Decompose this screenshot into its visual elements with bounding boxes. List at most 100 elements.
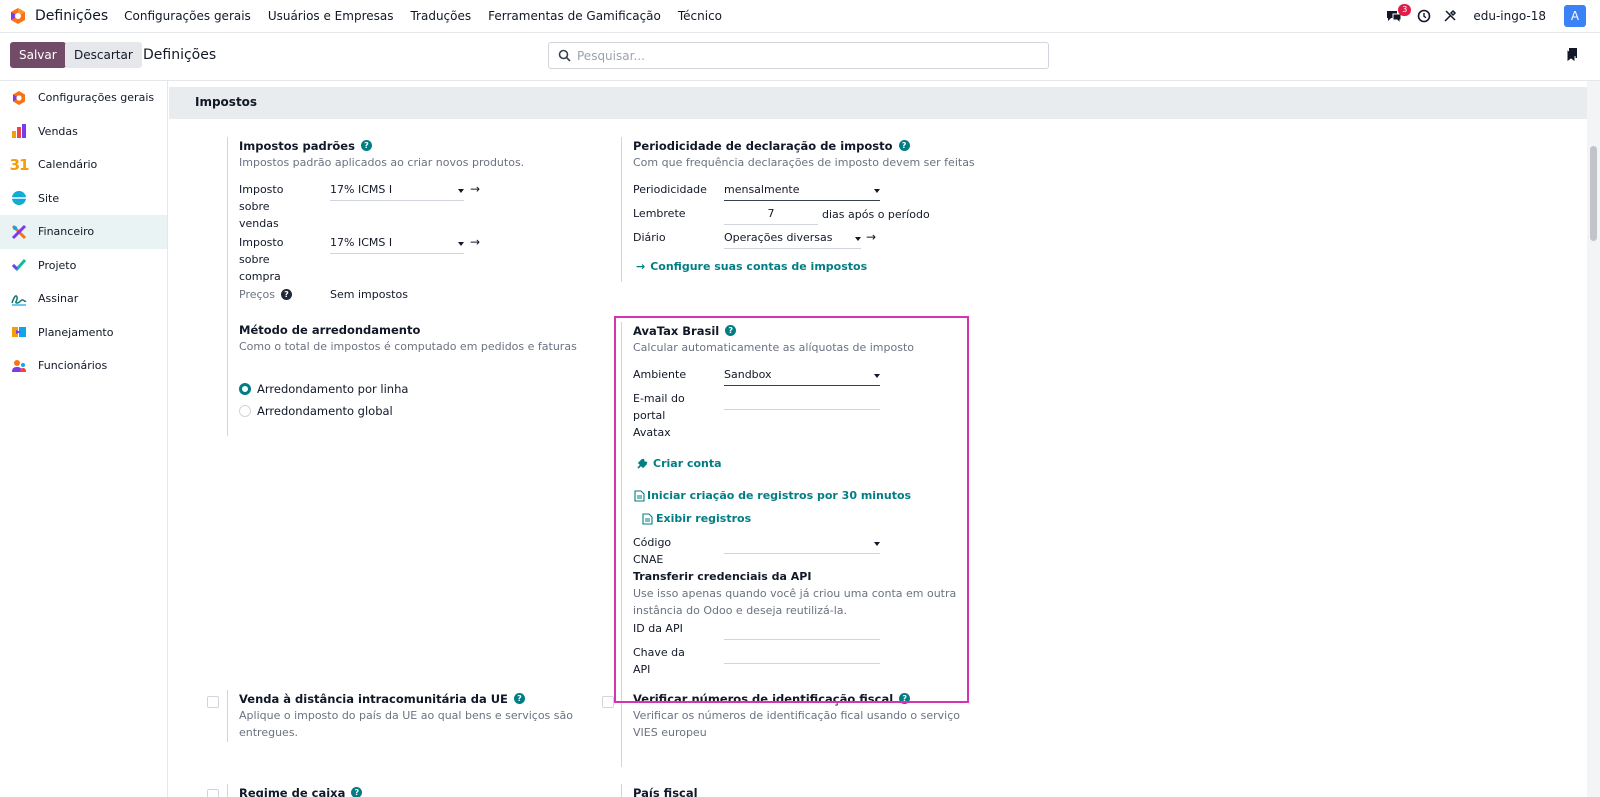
setting-title-text: Venda à distância intracomunitária da UE [239,691,508,706]
user-avatar[interactable]: A [1564,5,1586,27]
help-icon[interactable]: ? [898,140,910,151]
sidebar-item-label: Vendas [38,124,78,138]
odoo-settings-logo-icon[interactable] [9,7,27,25]
database-name[interactable]: edu-ingo-18 [1473,9,1546,23]
breadcrumb: Definições [143,47,217,63]
configure-tax-accounts-link[interactable]: → Configure suas contas de impostos [636,260,867,273]
help-icon[interactable]: ? [513,693,525,704]
sign-app-icon [10,290,28,308]
prices-value: Sem impostos [330,288,408,301]
chevron-down-icon [458,189,464,193]
menu-technical[interactable]: Técnico [678,9,722,23]
search-box[interactable] [548,42,1049,69]
sales-app-icon [10,122,28,140]
sidebar-item-label: Planejamento [38,325,114,339]
menu-users-companies[interactable]: Usuários e Empresas [268,9,394,23]
sidebar-item-sales[interactable]: Vendas [0,115,167,149]
debug-tools-icon[interactable] [1443,9,1457,23]
arrow-right-icon: → [636,260,646,273]
reminder-days-input[interactable]: 7 [724,205,818,225]
help-icon[interactable]: ? [360,140,372,151]
setting-fiscal-country: País fiscal [621,784,981,797]
control-panel: Salvar Descartar Definições [0,33,1600,81]
sidebar-item-general-settings[interactable]: Configurações gerais [0,81,167,115]
setting-title: Venda à distância intracomunitária da UE… [239,690,587,707]
sidebar-item-label: Assinar [38,292,79,306]
purchase-tax-field[interactable]: 17% ICMS I [330,234,464,254]
menu-general-settings[interactable]: Configurações gerais [124,9,251,23]
periodicity-select[interactable]: mensalmente [724,181,880,201]
menu-translations[interactable]: Traduções [410,9,471,23]
setting-tax-periodicity: Periodicidade de declaração de imposto ?… [621,137,1001,282]
sidebar-item-accounting[interactable]: Financeiro [0,215,167,249]
vat-check-checkbox[interactable] [602,696,614,708]
sidebar-item-project[interactable]: Projeto [0,249,167,283]
reminder-suffix: dias após o período [822,208,930,221]
radio-label: Arredondamento global [257,404,393,418]
scrollbar-thumb[interactable] [1590,146,1597,241]
search-icon [558,49,571,62]
setting-title: Regime de caixa ? [239,784,587,797]
bookmark-icon[interactable] [1566,48,1578,62]
chat-icon[interactable]: 3 [1385,4,1412,26]
setting-title: Periodicidade de declaração de imposto ? [633,137,1001,154]
main-menu: Configurações gerais Usuários e Empresas… [124,9,722,23]
sidebar-item-website[interactable]: Site [0,182,167,216]
chevron-down-icon [874,189,880,193]
top-navbar: Definições Configurações gerais Usuários… [0,0,1600,33]
arrow-right-icon[interactable]: → [470,235,480,249]
setting-desc: Verificar os números de identificação fi… [633,709,960,739]
radio-unchecked-icon [239,405,251,417]
arrow-right-icon[interactable]: → [866,230,876,244]
employees-app-icon [10,357,28,375]
sidebar-item-sign[interactable]: Assinar [0,282,167,316]
radio-label: Arredondamento por linha [257,382,409,396]
activity-clock-icon[interactable] [1417,9,1431,23]
website-app-icon [10,189,28,207]
arrow-right-icon[interactable]: → [470,182,480,196]
sales-tax-field[interactable]: 17% ICMS I [330,181,464,201]
sidebar-item-label: Financeiro [38,225,95,239]
setting-title-text: Regime de caixa [239,785,346,797]
sidebar-item-employees[interactable]: Funcionários [0,349,167,383]
chevron-down-icon [855,237,861,241]
reminder-label: Lembrete [633,207,686,220]
setting-title-text: Periodicidade de declaração de imposto [633,138,893,153]
periodicity-value: mensalmente [724,183,800,196]
setting-title: Impostos padrões ? [239,137,587,154]
calendar-app-icon: 31 [9,155,30,174]
setting-desc: Com que frequência declarações de impost… [633,156,975,169]
sidebar-item-label: Projeto [38,258,77,272]
save-button[interactable]: Salvar [10,42,66,68]
setting-rounding-method: Método de arredondamento Como o total de… [227,321,587,436]
cash-basis-checkbox[interactable] [207,789,219,797]
setting-desc: Aplique o imposto do país da UE ao qual … [239,709,573,739]
menu-gamification[interactable]: Ferramentas de Gamificação [488,9,661,23]
search-input[interactable] [577,48,1017,63]
settings-app-icon [10,89,28,107]
purchase-tax-value: 17% ICMS I [330,236,393,249]
radio-round-globally[interactable]: Arredondamento global [239,404,393,418]
discard-button[interactable]: Descartar [65,42,142,68]
main-scrollbar[interactable] [1587,81,1600,797]
section-title: Impostos [195,95,258,109]
eu-distance-checkbox[interactable] [207,696,219,708]
journal-value: Operações diversas [724,231,833,244]
sidebar-item-label: Configurações gerais [38,91,155,105]
purchase-tax-label: Imposto sobre compra [239,236,284,283]
setting-title: País fiscal [633,785,698,797]
planning-app-icon [10,323,28,341]
setting-cash-basis: Regime de caixa ? [227,784,587,797]
accounting-app-icon [10,223,28,241]
help-icon[interactable]: ? [281,289,292,300]
journal-field[interactable]: Operações diversas [724,229,861,249]
setting-desc: Como o total de impostos é computado em … [239,340,577,353]
help-icon[interactable]: ? [351,787,363,797]
sidebar-item-planning[interactable]: Planejamento [0,316,167,350]
chat-count-badge: 3 [1398,4,1412,16]
radio-round-per-line[interactable]: Arredondamento por linha [239,382,408,396]
sidebar-item-calendar[interactable]: 31 Calendário [0,148,167,182]
periodicity-label: Periodicidade [633,183,707,196]
app-title[interactable]: Definições [35,8,108,24]
setting-title-text: Impostos padrões [239,138,355,153]
